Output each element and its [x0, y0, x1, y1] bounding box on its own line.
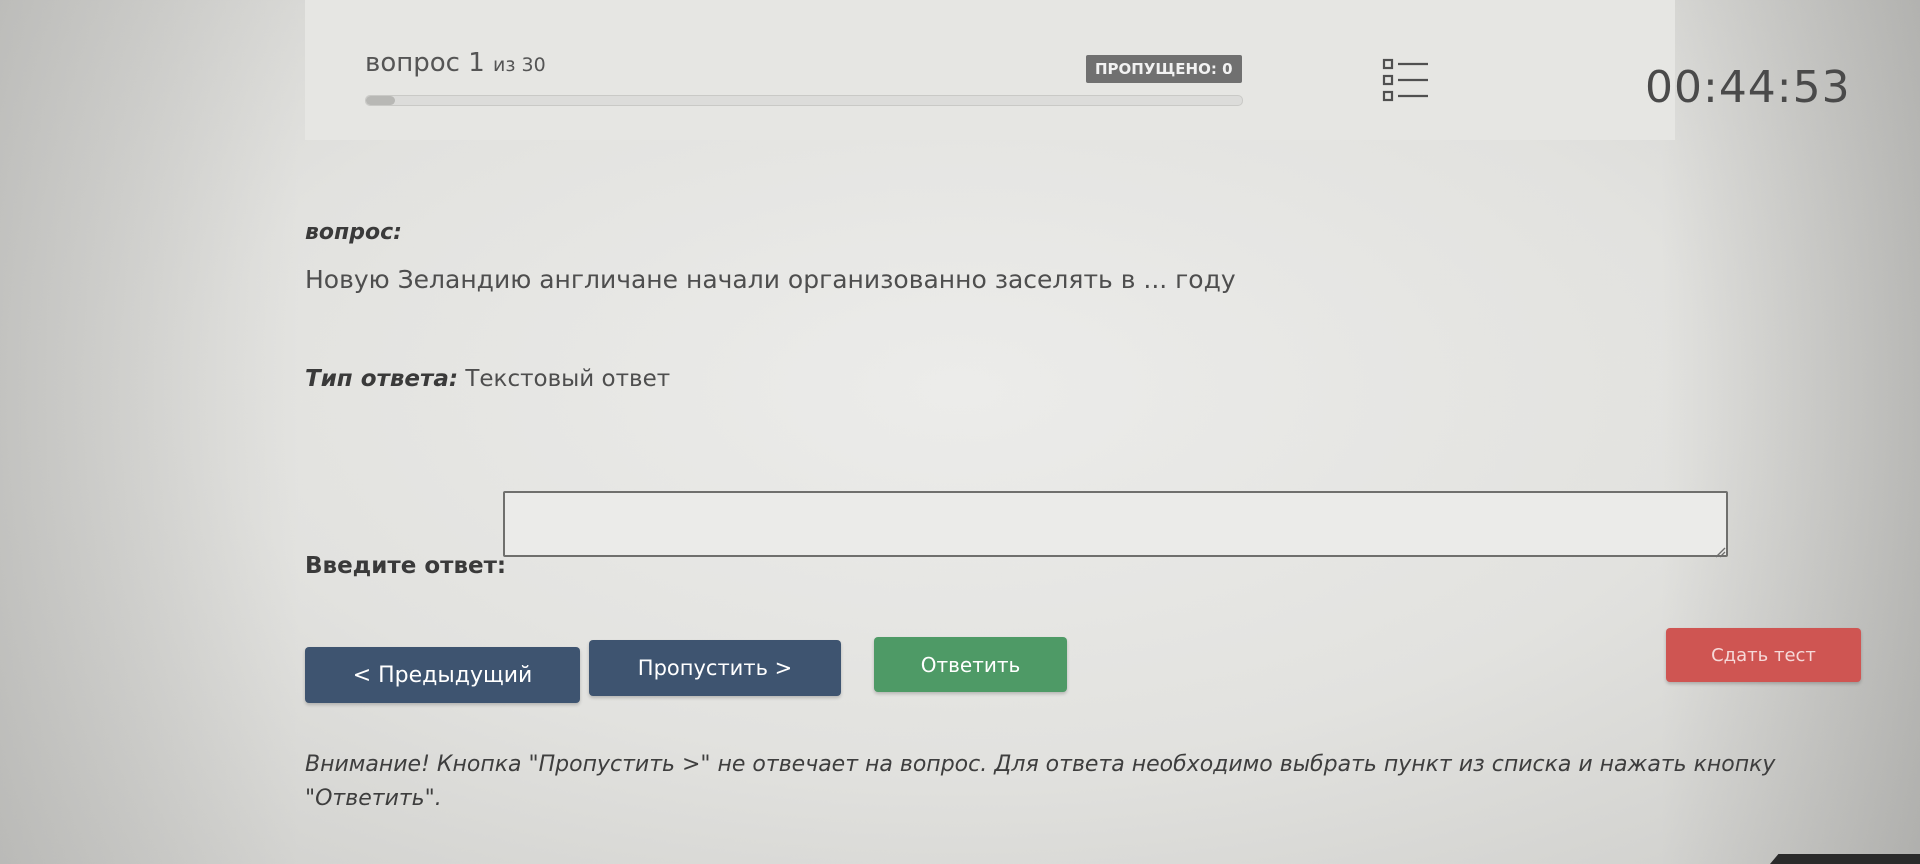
warning-text: Внимание! Кнопка "Пропустить >" не отвеч…: [305, 752, 1776, 811]
right-shade: [1660, 0, 1920, 864]
question-text: Новую Зеландию англичане начали организо…: [305, 265, 1236, 294]
answer-button[interactable]: Ответить: [874, 637, 1067, 692]
answer-type-value: Текстовый ответ: [465, 366, 671, 392]
timer: 00:44:53: [1645, 62, 1851, 113]
previous-button[interactable]: < Предыдущий: [305, 647, 580, 703]
question-counter: вопрос 1 из 30: [365, 48, 546, 78]
question-counter-total: из 30: [493, 54, 546, 76]
question-counter-current: вопрос 1: [365, 48, 485, 78]
left-shade: [0, 0, 300, 864]
screen-edge: [1770, 854, 1920, 864]
skip-button[interactable]: Пропустить >: [589, 640, 841, 696]
answer-label: Введите ответ:: [305, 553, 507, 579]
list-icon[interactable]: [1382, 58, 1430, 104]
answer-input[interactable]: [503, 491, 1728, 557]
question-label: вопрос:: [305, 220, 402, 245]
answer-type: Тип ответа: Текстовый ответ: [305, 366, 670, 392]
answer-type-label: Тип ответа:: [305, 366, 459, 392]
resize-handle-icon[interactable]: [1715, 543, 1726, 558]
skipped-badge: ПРОПУЩЕНО: 0: [1086, 55, 1242, 83]
progress-bar-fill: [366, 96, 395, 105]
progress-bar: [365, 95, 1243, 106]
submit-test-button[interactable]: Сдать тест: [1666, 628, 1861, 682]
